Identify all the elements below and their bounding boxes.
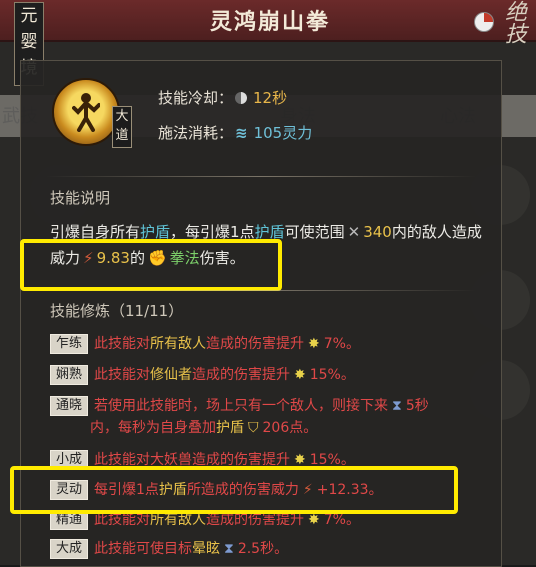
star-icon: ✸ — [308, 512, 320, 528]
mod-text: 造成的伤害提升 — [206, 512, 304, 528]
shield-icon: ⛉ — [248, 420, 259, 436]
mana-icon: ≋ — [235, 124, 248, 142]
mod-tier-tag: 娴熟 — [50, 365, 88, 385]
mod-text: 2.5秒。 — [237, 541, 289, 557]
star-icon: ✸ — [294, 367, 306, 383]
mod-row: 娴熟 此技能对修仙者造成的伤害提升 ✸ 15%。 — [50, 364, 355, 386]
desc-text: 可使范围 — [284, 223, 345, 241]
mod-text: 7%。 — [323, 336, 360, 352]
mods-heading: 技能修炼（11/11） — [50, 302, 184, 320]
mod-text: 此技能对 — [94, 512, 150, 528]
skill-portrait-icon — [52, 78, 120, 146]
mod-text: 若使用此技能时，场上只有一个敌人，则接下来 — [94, 398, 388, 414]
dadao-badge: 大道 — [112, 106, 132, 148]
skill-title: 灵鸿崩山拳 — [209, 9, 330, 35]
mod-row: 通晓 若使用此技能时，场上只有一个敌人，则接下来 ⧗ 5秒内，每秒为自身叠加护盾 ⛉ 20… — [50, 395, 429, 439]
highlight-box-power — [20, 239, 282, 291]
mod-row-continuation: 内，每秒为自身叠加护盾 ⛉ 206点。 — [50, 417, 429, 439]
mod-text: 所有敌人 — [150, 336, 206, 352]
cooldown-stat: 技能冷却： 12秒 — [158, 87, 287, 108]
divider — [46, 176, 476, 177]
mod-text: 206点。 — [262, 420, 318, 436]
cooldown-icon — [235, 92, 248, 104]
realm-char: 元 — [20, 6, 38, 26]
cost-label: 施法消耗： — [158, 124, 234, 142]
mod-text: 造成的伤害提升 — [206, 336, 304, 352]
mod-text: 15%。 — [309, 367, 355, 383]
hourglass-icon: ⧗ — [224, 541, 234, 557]
mod-text: 所有敌人 — [150, 512, 206, 528]
mod-tier-tag: 通晓 — [50, 396, 88, 416]
mod-text: 修仙者 — [150, 367, 192, 383]
cost-value: 105灵力 — [253, 124, 313, 142]
mod-text: 此技能对 — [94, 367, 150, 383]
realm-char: 婴 — [20, 32, 38, 52]
range-value: 340 — [363, 223, 392, 241]
description-heading: 技能说明 — [50, 189, 111, 207]
cooldown-label: 技能冷却： — [158, 89, 234, 107]
divider — [46, 290, 476, 291]
fist-figure-icon — [72, 93, 100, 132]
mod-text: 内，每秒为自身叠加 — [90, 420, 216, 436]
mod-text: 5秒 — [405, 398, 429, 414]
mod-text: 造成的伤害提升 — [192, 367, 290, 383]
mod-text: 护盾 — [216, 420, 244, 436]
mod-text: 7%。 — [323, 512, 360, 528]
mod-row: 大成 此技能可使目标晕眩 ⧗ 2.5秒。 — [50, 538, 288, 560]
mod-row: 乍练 此技能对所有敌人造成的伤害提升 ✸ 7%。 — [50, 333, 360, 355]
highlight-box-lingdong — [10, 466, 458, 514]
hourglass-icon: ⧗ — [392, 398, 402, 414]
range-icon: ✕ — [347, 223, 361, 241]
mod-text: 晕眩 — [192, 541, 220, 557]
desc-text: 内的敌人造成 — [391, 223, 482, 241]
cost-stat: 施法消耗： ≋ 105灵力 — [158, 122, 312, 143]
mod-tier-tag: 乍练 — [50, 334, 88, 354]
corner-tab-label[interactable]: 绝技 — [497, 0, 529, 44]
mod-tier-tag: 大成 — [50, 539, 88, 559]
mouse-icon[interactable] — [474, 12, 494, 32]
mod-text: 此技能对 — [94, 336, 150, 352]
mod-text: 此技能可使目标 — [94, 541, 192, 557]
cooldown-value: 12秒 — [253, 89, 288, 107]
star-icon: ✸ — [308, 336, 320, 352]
